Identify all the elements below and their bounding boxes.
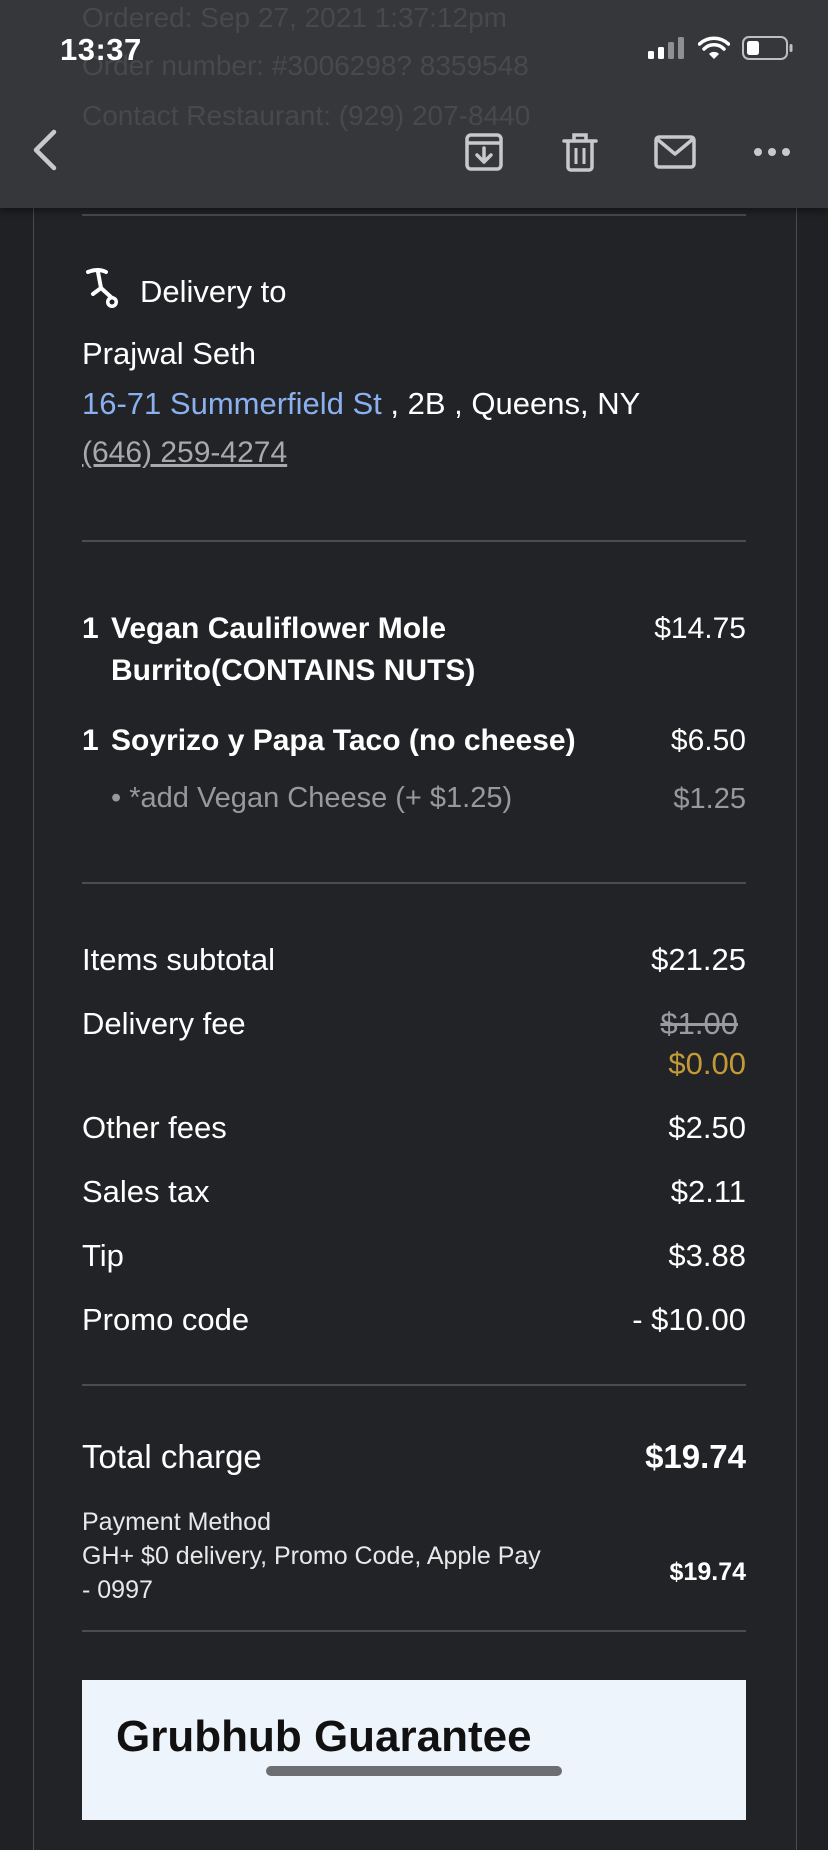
item-quantity: 1	[82, 612, 99, 645]
email-toolbar: Ordered: Sep 27, 2021 1:37:12pm Order nu…	[0, 0, 828, 208]
item-quantity: 1	[82, 724, 99, 757]
delivery-fee-original: $1.00	[660, 1006, 738, 1041]
divider	[82, 540, 746, 542]
guarantee-banner: Grubhub Guarantee	[82, 1680, 746, 1820]
delivery-address: 16-71 Summerfield St , 2B , Queens, NY	[82, 386, 640, 422]
status-icons	[648, 36, 794, 60]
ghost-order-date: Ordered: Sep 27, 2021 1:37:12pm	[82, 2, 507, 33]
payment-method-line1: GH+ $0 delivery, Promo Code, Apple Pay	[82, 1542, 541, 1570]
battery-icon	[742, 36, 793, 60]
chevron-left-icon	[33, 129, 57, 171]
other-fees-value: $2.50	[668, 1110, 746, 1145]
home-indicator[interactable]	[266, 1766, 562, 1776]
more-button[interactable]	[750, 130, 794, 174]
scooter-icon	[82, 266, 128, 312]
sales-tax-value: $2.11	[670, 1174, 746, 1209]
ghost-order-number: Order number: #3006298? 8359548	[82, 50, 529, 81]
address-rest: , 2B , Queens, NY	[381, 386, 641, 421]
tip-value: $3.88	[668, 1238, 746, 1273]
item-name: Vegan Cauliflower Mole	[111, 612, 447, 645]
delivery-to-label: Delivery to	[140, 274, 287, 309]
delivery-fee-label: Delivery fee	[82, 1006, 246, 1041]
promo-code-value: - $10.00	[632, 1302, 746, 1337]
reply-mail-button[interactable]	[653, 130, 697, 174]
guarantee-title: Grubhub Guarantee	[116, 1712, 532, 1761]
divider	[82, 1384, 746, 1386]
total-charge-label: Total charge	[82, 1438, 262, 1475]
item-name: Soyrizo y Papa Taco (no cheese)	[111, 724, 576, 757]
subtotal-value: $21.25	[651, 942, 746, 977]
more-horizontal-icon	[754, 148, 790, 156]
delete-button[interactable]	[558, 130, 602, 174]
customer-name: Prajwal Seth	[82, 336, 257, 371]
trash-icon	[562, 133, 598, 172]
divider	[82, 1630, 746, 1632]
item-name-cont: Burrito(CONTAINS NUTS)	[111, 654, 476, 687]
sales-tax-label: Sales tax	[82, 1174, 210, 1209]
archive-button[interactable]	[462, 130, 506, 174]
phone-link[interactable]: (646) 259-4274	[82, 436, 287, 470]
mail-icon	[654, 135, 696, 169]
status-time: 13:37	[60, 32, 142, 67]
divider	[82, 214, 746, 216]
promo-code-label: Promo code	[82, 1302, 250, 1337]
total-charge-value: $19.74	[645, 1438, 746, 1475]
wifi-icon	[698, 36, 730, 59]
delivery-fee-final: $0.00	[668, 1046, 746, 1081]
item-addon: • *add Vegan Cheese (+ $1.25)	[111, 782, 513, 814]
street-link[interactable]: 16-71 Summerfield St	[82, 386, 382, 421]
subtotal-label: Items subtotal	[82, 942, 275, 977]
other-fees-label: Other fees	[82, 1110, 227, 1145]
signal-icon	[648, 37, 684, 59]
item-price: $14.75	[654, 612, 746, 645]
archive-icon	[465, 133, 503, 171]
back-button[interactable]	[26, 126, 66, 174]
payment-method-title: Payment Method	[82, 1508, 271, 1536]
payment-method-line2: - 0997	[82, 1576, 153, 1604]
divider	[82, 882, 746, 884]
item-addon-price: $1.25	[673, 783, 746, 815]
ghost-contact-restaurant: Contact Restaurant: (929) 207-8440	[82, 100, 531, 131]
payment-amount: $19.74	[669, 1558, 746, 1586]
tip-label: Tip	[82, 1238, 124, 1273]
item-price: $6.50	[670, 724, 746, 757]
